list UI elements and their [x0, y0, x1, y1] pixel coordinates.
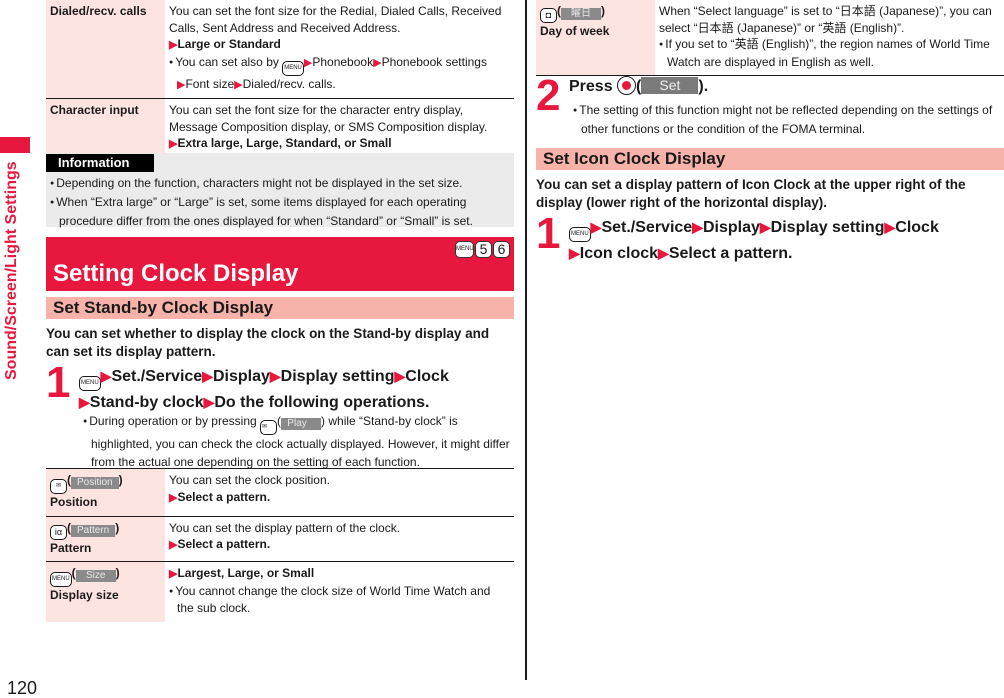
row-key: ✉(Position) Position [46, 468, 165, 516]
lead-text: You can set whether to display the clock… [46, 326, 490, 359]
information-box: Information Depending on the function, c… [46, 153, 514, 230]
row-value: You can set the font size for the Redial… [165, 0, 514, 99]
subsection-heading: Set Icon Clock Display [536, 148, 1004, 170]
table-row: ◘(曜日) Day of week When “Select language” … [536, 0, 1004, 76]
key-5-icon: 5 [475, 241, 492, 258]
page-number: 120 [7, 678, 38, 698]
row-note: You can set also by MENU▶Phonebook▶Phone… [169, 54, 510, 76]
lead-text: You can set a display pattern of Icon Cl… [536, 177, 966, 210]
table-row: iα(Pattern) Pattern You can set the displ… [46, 516, 514, 562]
row-value: When “Select language” is set to “日本語 (J… [655, 0, 1004, 76]
information-label: Information [46, 154, 154, 172]
row-desc: You can set the font size for the charac… [169, 103, 488, 134]
menu-key-icon: MENU [282, 60, 304, 76]
soft-key-label: Size [75, 570, 116, 582]
row-key: ◘(曜日) Day of week [536, 0, 655, 76]
i-appli-key-icon: iα [50, 524, 67, 540]
row-choice: ▶Extra large, Large, Standard, or Small [169, 136, 392, 150]
mail-key-icon: ✉ [260, 420, 278, 435]
row-note-cont: ▶Font size▶Dialed/recv. calls. [177, 76, 336, 91]
camera-key-icon: ◘ [540, 8, 557, 23]
information-item: Depending on the function, characters mi… [50, 174, 510, 193]
row-key: Dialed/recv. calls [46, 0, 165, 99]
step-number: 1 [46, 358, 71, 407]
table-row: Character input You can set the font siz… [46, 98, 514, 159]
right-column: ◘(曜日) Day of week When “Select language” … [536, 0, 1004, 262]
soft-key-label: Play [281, 418, 322, 430]
information-list: Depending on the function, characters mi… [50, 174, 510, 230]
step-note: During operation or by pressing ✉(Play) … [83, 412, 513, 471]
step-instruction: MENU ▶Set./Service▶Display▶Display settin… [569, 219, 939, 262]
row-key: MENU(Size) Display size [46, 561, 165, 622]
shortcut-keys: MENU 5 6 [455, 241, 510, 258]
information-item: When “Extra large” or “Large” is set, so… [50, 193, 510, 230]
row-desc: You can set the font size for the Redial… [169, 4, 502, 35]
key-6-icon: 6 [493, 241, 510, 258]
menu-key-icon: MENU [455, 241, 474, 258]
table-row: MENU(Size) Display size ▶Largest, Large, … [46, 561, 514, 622]
day-of-week-table: ◘(曜日) Day of week When “Select language” … [536, 0, 1004, 76]
center-key-icon [617, 76, 637, 95]
table-row: ✉(Position) Position You can set the cloc… [46, 468, 514, 516]
step-note: The setting of this function might not b… [573, 101, 1003, 138]
page-title: Setting Clock Display [53, 260, 299, 287]
column-divider [525, 0, 527, 680]
table-row: Dialed/recv. calls You can set the font … [46, 0, 514, 99]
step-1: 1 MENU ▶Set./Service▶Display▶Display sett… [536, 209, 1004, 264]
step-number: 1 [536, 209, 561, 258]
step-instruction: Press (Set). [569, 76, 709, 95]
step-number: 2 [536, 71, 561, 120]
mail-key-icon: ✉ [50, 479, 67, 494]
step-2: 2 Press (Set). The setting of this funct… [536, 71, 1004, 138]
step-instruction: MENU ▶Set./Service▶Display▶Display settin… [79, 368, 449, 411]
row-key: Character input [46, 98, 165, 158]
menu-key-icon: MENU [569, 227, 591, 242]
row-value: You can set the display pattern of the c… [169, 520, 401, 552]
soft-key-label: Set [641, 77, 699, 94]
row-value: ▶Largest, Large, or Small You cannot cha… [165, 562, 514, 622]
step-1: 1 MENU ▶Set./Service▶Display▶Display sett… [46, 358, 514, 470]
row-value: You can set the clock position. ▶Select … [169, 473, 330, 504]
soft-key-label: 曜日 [561, 8, 601, 20]
row-choice: ▶Large or Standard [169, 37, 281, 51]
section-banner: MENU 5 6 Setting Clock Display [46, 237, 514, 291]
menu-key-icon: MENU [50, 572, 72, 587]
left-column: Dialed/recv. calls You can set the font … [46, 0, 514, 622]
font-size-table: Dialed/recv. calls You can set the font … [46, 0, 514, 159]
menu-key-icon: MENU [79, 376, 101, 391]
operations-table: ✉(Position) Position You can set the cloc… [46, 468, 514, 622]
row-key: iα(Pattern) Pattern [46, 516, 165, 562]
soft-key-label: Pattern [71, 524, 116, 537]
section-label: Sound/Screen/Light Settings [3, 161, 20, 380]
subsection-heading: Set Stand-by Clock Display [46, 297, 514, 319]
soft-key-label: Position [71, 477, 119, 489]
row-value: You can set the font size for the charac… [165, 99, 514, 159]
